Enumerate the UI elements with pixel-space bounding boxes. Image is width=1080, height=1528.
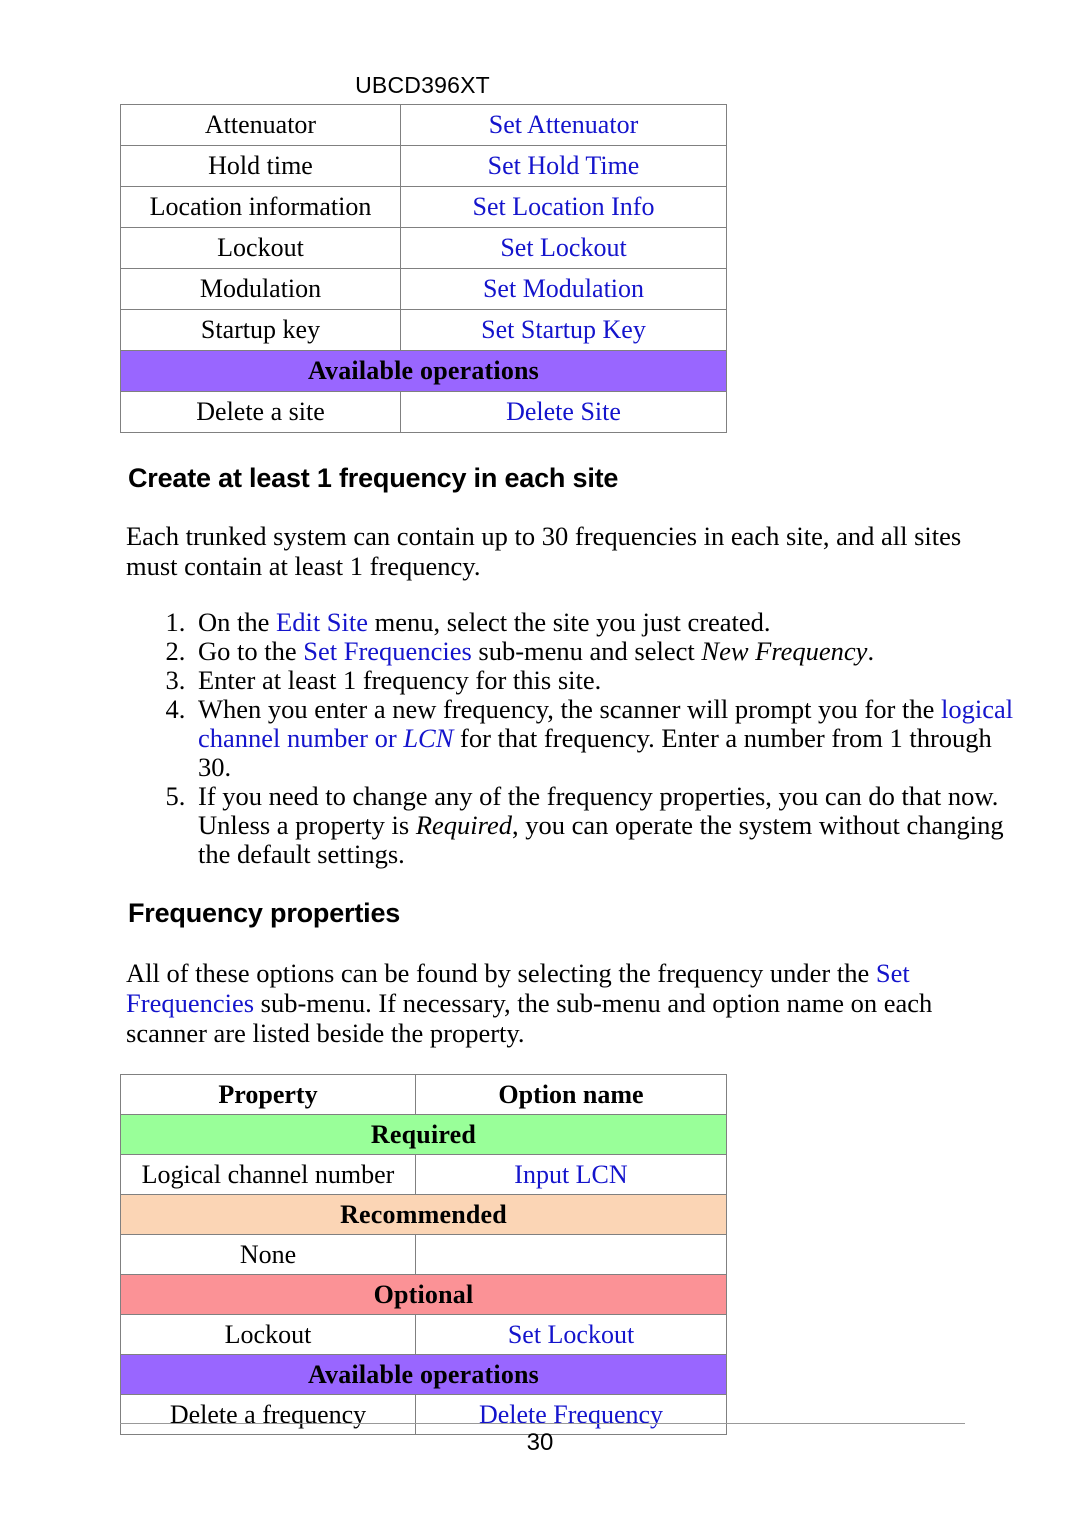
- table-header-row: Property Option name: [120, 1074, 727, 1115]
- site-table-body: Attenuator Set Attenuator Hold time Set Hol…: [120, 104, 727, 433]
- frequency-properties-table: Property Option name Required Logical chann…: [120, 1074, 727, 1435]
- table-row: Delete a site Delete Site: [120, 391, 727, 433]
- table-category-row: Required: [120, 1114, 727, 1155]
- step-item-2: Go to the Set Frequencies sub-menu and s…: [192, 637, 1028, 666]
- text-run: Edit Site: [276, 607, 369, 637]
- category-label: Available operations: [120, 350, 727, 392]
- page-number: 30: [526, 1429, 554, 1456]
- cell-property: Modulation: [120, 268, 401, 310]
- cell-option-name: Set Location Info: [400, 186, 727, 228]
- text-run: Set Frequencies: [303, 636, 472, 666]
- document-page: UBCD396XT Attenuator Set Attenuator Hold t…: [0, 0, 1080, 1528]
- table-row: Lockout Set Lockout: [120, 227, 727, 269]
- text-run: Go to the: [198, 636, 304, 666]
- freq-table-body: Property Option name Required Logical chann…: [120, 1074, 727, 1435]
- table-row: Attenuator Set Attenuator: [120, 104, 727, 146]
- cell-option-name: Set Startup Key: [400, 309, 727, 351]
- numbered-steps-list: On the Edit Site menu, select the site y…: [152, 608, 1028, 869]
- table-category-row: Available operations: [120, 350, 727, 392]
- cell-option-name: Set Hold Time: [400, 145, 727, 187]
- text-run: On the: [198, 607, 277, 637]
- text-run: .: [867, 636, 875, 666]
- step-item-5: If you need to change any of the frequen…: [192, 782, 1028, 869]
- cell-property: Logical channel number: [120, 1154, 416, 1195]
- cell-property: Attenuator: [120, 104, 401, 146]
- cell-option-name: Set Modulation: [400, 268, 727, 310]
- paragraph-create-intro: Each trunked system can contain up to 30…: [126, 521, 962, 581]
- table-category-row: Optional: [120, 1274, 727, 1315]
- category-label: Optional: [120, 1274, 727, 1315]
- table-row: Startup key Set Startup Key: [120, 309, 727, 351]
- cell-option-name: Input LCN: [415, 1154, 727, 1195]
- cell-option-name: Delete Site: [400, 391, 727, 433]
- table-row: Hold time Set Hold Time: [120, 145, 727, 187]
- cell-option-name: Set Lockout: [400, 227, 727, 269]
- step-item-1: On the Edit Site menu, select the site y…: [192, 608, 1028, 637]
- table-row: Logical channel number Input LCN: [120, 1154, 727, 1195]
- text-run: When you enter a new frequency, the scan…: [198, 694, 941, 724]
- table-row: Modulation Set Modulation: [120, 268, 727, 310]
- running-header-model: UBCD396XT: [355, 72, 490, 98]
- table-row: None: [120, 1234, 727, 1275]
- text-run: New Frequency: [701, 636, 868, 666]
- footer-divider: [120, 1423, 965, 1424]
- text-run: LCN: [403, 723, 454, 753]
- site-properties-table: Attenuator Set Attenuator Hold time Set Hol…: [120, 104, 727, 433]
- cell-option-name: [415, 1234, 727, 1275]
- text-run: All of these options can be found by sel…: [126, 958, 876, 988]
- cell-property: Delete a site: [120, 391, 401, 433]
- category-label: Recommended: [120, 1194, 727, 1235]
- section-heading-frequency-properties: Frequency properties: [128, 898, 401, 928]
- cell-option-name: Set Attenuator: [400, 104, 727, 146]
- cell-property: None: [120, 1234, 416, 1275]
- column-header-property: Property: [120, 1074, 416, 1115]
- text-run: menu, select the site you just created.: [368, 607, 771, 637]
- step-item-4: When you enter a new frequency, the scan…: [192, 695, 1028, 782]
- cell-property: Location information: [120, 186, 401, 228]
- cell-property: Hold time: [120, 145, 401, 187]
- text-run: Required: [415, 810, 513, 840]
- cell-property: Startup key: [120, 309, 401, 351]
- section-heading-create-frequency: Create at least 1 frequency in each site: [128, 463, 619, 493]
- text-run: Enter at least 1 frequency for this site…: [198, 665, 602, 695]
- text-run: sub-menu and select: [471, 636, 702, 666]
- category-label: Available operations: [120, 1354, 727, 1395]
- category-label: Required: [120, 1114, 727, 1155]
- step-item-3: Enter at least 1 frequency for this site…: [192, 666, 1028, 695]
- table-row: Lockout Set Lockout: [120, 1314, 727, 1355]
- table-category-row: Recommended: [120, 1194, 727, 1235]
- table-category-row: Available operations: [120, 1354, 727, 1395]
- table-row: Location information Set Location Info: [120, 186, 727, 228]
- cell-property: Lockout: [120, 1314, 416, 1355]
- cell-property: Lockout: [120, 227, 401, 269]
- cell-option-name: Set Lockout: [415, 1314, 727, 1355]
- column-header-option-name: Option name: [415, 1074, 727, 1115]
- paragraph-frequency-properties: All of these options can be found by sel…: [126, 958, 986, 1048]
